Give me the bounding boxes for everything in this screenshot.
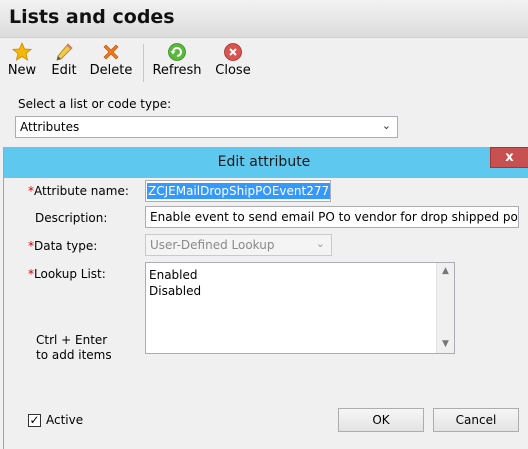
close-x-icon: x	[505, 150, 514, 165]
lookup-hint-line2: to add items	[36, 348, 112, 362]
new-label: New	[7, 63, 37, 78]
cancel-button[interactable]: Cancel	[433, 408, 519, 432]
window-title-bar: Lists and codes	[0, 0, 528, 38]
chevron-down-icon: ⌄	[315, 237, 325, 250]
lookup-list-label-text: Lookup List:	[34, 267, 106, 281]
lookup-list-item[interactable]: Enabled	[149, 268, 198, 282]
refresh-label: Refresh	[152, 63, 202, 78]
dialog-title: Edit attribute	[217, 154, 311, 170]
description-field[interactable]: Enable event to send email PO to vendor …	[145, 206, 519, 228]
refresh-icon	[168, 43, 186, 61]
data-type-label: *Data type:	[28, 239, 97, 253]
active-label: Active	[46, 413, 84, 427]
attribute-name-field[interactable]: ZCJEMailDropShipPOEvent277	[145, 180, 331, 202]
dialog-close-button[interactable]: x	[490, 147, 528, 168]
lookup-list-scrollbar[interactable]: ▲ ▼	[436, 263, 454, 353]
description-label: Description:	[35, 211, 108, 225]
lookup-hint-line1: Ctrl + Enter	[36, 333, 108, 347]
close-label: Close	[215, 63, 251, 78]
scroll-down-icon[interactable]: ▼	[437, 336, 454, 353]
toolbar-separator	[143, 44, 144, 82]
new-button[interactable]: New	[6, 40, 38, 84]
close-icon	[224, 43, 242, 61]
delete-label: Delete	[89, 63, 133, 78]
attribute-name-value: ZCJEMailDropShipPOEvent277	[147, 183, 330, 199]
scroll-up-icon[interactable]: ▲	[437, 263, 454, 280]
window-title: Lists and codes	[9, 6, 175, 28]
edit-button[interactable]: Edit	[48, 40, 80, 84]
chevron-down-icon: ⌄	[381, 119, 391, 132]
lookup-list-item[interactable]: Disabled	[149, 284, 201, 298]
delete-x-icon	[103, 44, 119, 60]
ok-button[interactable]: OK	[338, 408, 424, 432]
refresh-button[interactable]: Refresh	[152, 40, 202, 84]
lookup-list-label: *Lookup List:	[28, 267, 106, 281]
list-type-select[interactable]: Attributes ⌄	[15, 116, 398, 138]
list-type-label: Select a list or code type:	[18, 97, 172, 111]
data-type-value: User-Defined Lookup	[150, 238, 275, 252]
star-icon	[12, 42, 32, 61]
description-value: Enable event to send email PO to vendor …	[150, 210, 518, 224]
close-button[interactable]: Close	[213, 40, 253, 84]
attribute-name-label-text: Attribute name:	[34, 184, 129, 198]
delete-button[interactable]: Delete	[88, 40, 134, 84]
data-type-select[interactable]: User-Defined Lookup ⌄	[145, 234, 332, 256]
attribute-name-label: *Attribute name:	[28, 184, 129, 198]
edit-label: Edit	[51, 63, 77, 78]
toolbar: New Edit Delete Refresh Close	[0, 38, 528, 86]
data-type-label-text: Data type:	[34, 239, 98, 253]
lookup-list-box[interactable]: Enabled Disabled ▲ ▼	[145, 262, 455, 354]
pencil-icon	[56, 43, 73, 61]
dialog-title-bar: Edit attribute	[4, 147, 528, 178]
list-type-value: Attributes	[20, 120, 80, 134]
active-checkbox[interactable]: ✓	[28, 414, 41, 427]
checkmark-icon: ✓	[29, 413, 40, 427]
edit-attribute-dialog: Edit attribute x *Attribute name: ZCJEMa…	[3, 147, 528, 449]
